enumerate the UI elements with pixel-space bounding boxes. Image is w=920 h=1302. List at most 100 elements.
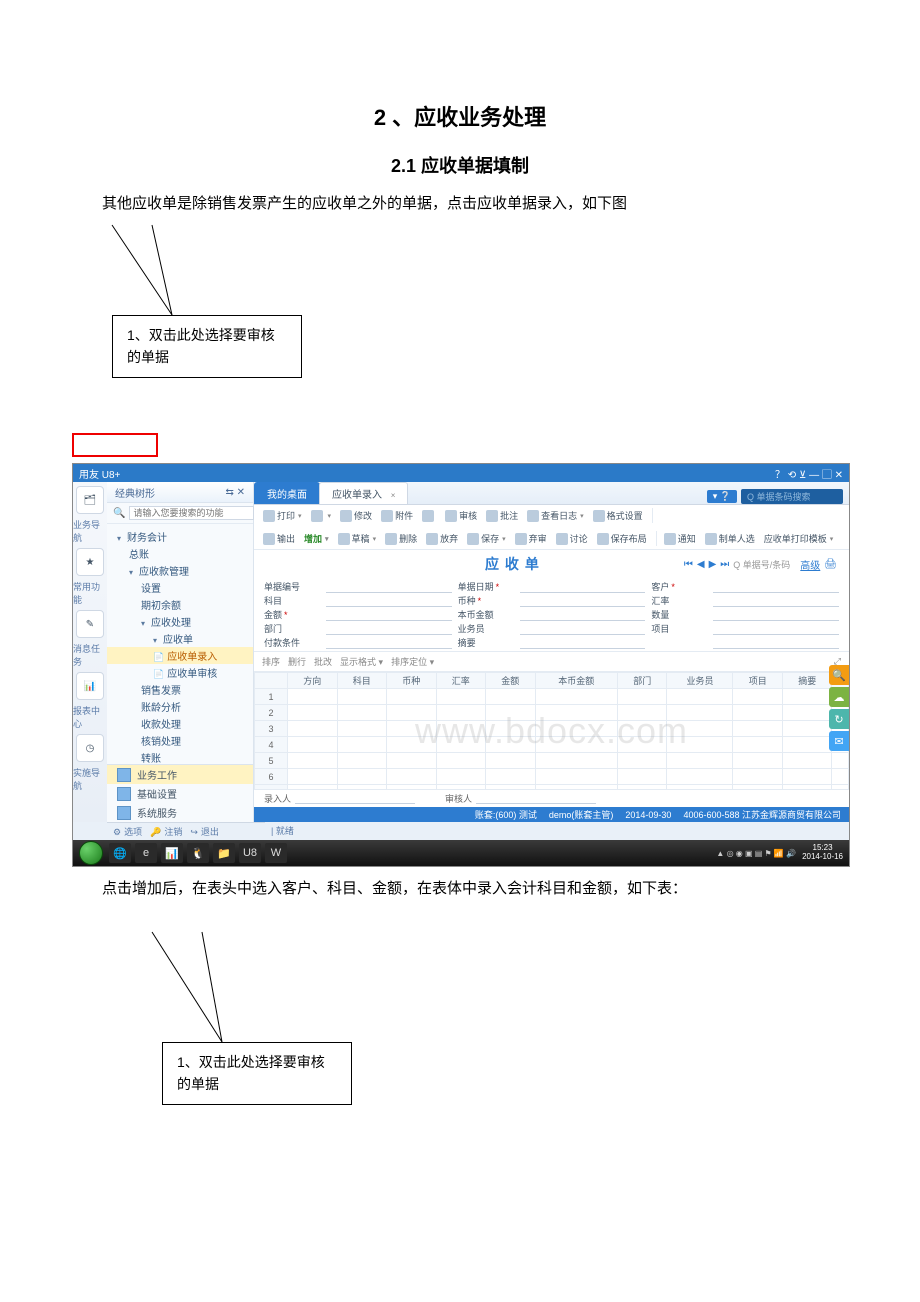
side-tool[interactable]: ☁ xyxy=(829,687,849,707)
toolbar-button[interactable]: 审核 xyxy=(442,508,480,523)
nav-item[interactable]: 核销处理 xyxy=(107,732,253,749)
grid-cell[interactable] xyxy=(288,785,338,791)
nav-item[interactable]: 应收单审核 xyxy=(107,664,253,681)
grid-cell[interactable] xyxy=(387,689,437,705)
print-icon[interactable]: 🖨 xyxy=(824,559,837,570)
tab-active[interactable]: 应收单录入 × xyxy=(319,482,408,504)
grid-cell[interactable] xyxy=(617,721,667,737)
nav-arrow[interactable]: ⏮ xyxy=(684,559,693,570)
grid-col-header[interactable]: 部门 xyxy=(617,673,667,689)
grid-col-header[interactable]: 业务员 xyxy=(667,673,733,689)
advanced-link[interactable]: 高级 xyxy=(800,557,820,572)
grid-cell[interactable] xyxy=(733,753,783,769)
grid-cell[interactable] xyxy=(486,785,536,791)
grid-cell[interactable] xyxy=(337,705,387,721)
nav-item[interactable]: 账龄分析 xyxy=(107,698,253,715)
nav-arrow[interactable]: ⏭ xyxy=(720,559,729,570)
toolbar-button[interactable]: 放弃 xyxy=(423,531,461,546)
nav-item[interactable]: 应收单 xyxy=(107,630,253,647)
grid-cell[interactable] xyxy=(436,769,486,785)
grid-cell[interactable] xyxy=(617,737,667,753)
grid-toolbar-item[interactable]: 排序定位 ▾ xyxy=(391,655,434,668)
side-tool[interactable]: ✉ xyxy=(829,731,849,751)
grid-cell[interactable] xyxy=(832,769,849,785)
toolbar-button[interactable]: 草稿▾ xyxy=(335,531,380,546)
grid-cell[interactable] xyxy=(337,753,387,769)
grid-cell[interactable] xyxy=(733,689,783,705)
field-input[interactable] xyxy=(326,608,452,621)
taskbar-app-icon[interactable]: 🌐 xyxy=(109,843,131,863)
field-input[interactable] xyxy=(326,580,452,593)
grid-cell[interactable] xyxy=(486,769,536,785)
grid-cell[interactable] xyxy=(436,753,486,769)
tab-search-dd[interactable]: ▾ ❔ xyxy=(707,490,737,503)
nav-bottom-item[interactable]: 业务工作 xyxy=(107,765,253,784)
table-row[interactable]: 7 xyxy=(255,785,849,791)
toolbar-button[interactable]: 保存布局 xyxy=(594,531,650,546)
grid-cell[interactable] xyxy=(617,753,667,769)
grid-cell[interactable] xyxy=(337,689,387,705)
grid-cell[interactable] xyxy=(387,753,437,769)
field-input[interactable] xyxy=(520,580,646,593)
search-icon[interactable]: 🔍 xyxy=(113,508,125,519)
nav-arrow[interactable]: ▶ xyxy=(709,559,717,570)
grid-cell[interactable] xyxy=(387,737,437,753)
field-input[interactable] xyxy=(326,594,452,607)
taskbar-app-icon[interactable]: U8 xyxy=(239,843,261,863)
leftbar-icon[interactable]: ★ xyxy=(76,548,104,576)
grid-cell[interactable] xyxy=(535,737,617,753)
table-row[interactable]: 2 xyxy=(255,705,849,721)
toolbar-button[interactable]: 保存▾ xyxy=(464,531,509,546)
grid-cell[interactable] xyxy=(667,705,733,721)
taskbar-app-icon[interactable]: 📁 xyxy=(213,843,235,863)
toolbar-button[interactable]: 查看日志▾ xyxy=(524,508,587,523)
left-footer-item[interactable]: 退出 xyxy=(190,825,219,838)
field-input[interactable] xyxy=(713,608,839,621)
nav-header-controls[interactable]: ⇆ ✕ xyxy=(225,487,245,498)
grid-cell[interactable] xyxy=(288,753,338,769)
grid-cell[interactable] xyxy=(733,785,783,791)
tab-home[interactable]: 我的桌面 xyxy=(254,482,320,504)
nav-bottom-item[interactable]: 基础设置 xyxy=(107,784,253,803)
toolbar-button[interactable]: 增加▾ xyxy=(301,531,332,546)
grid-cell[interactable] xyxy=(832,785,849,791)
grid-col-header[interactable]: 项目 xyxy=(733,673,783,689)
grid-cell[interactable] xyxy=(288,689,338,705)
grid-cell[interactable] xyxy=(782,737,832,753)
grid-cell[interactable] xyxy=(288,705,338,721)
grid-cell[interactable] xyxy=(486,705,536,721)
nav-item[interactable]: 总账 xyxy=(107,545,253,562)
toolbar-button[interactable]: ▾ xyxy=(308,509,335,523)
grid-cell[interactable] xyxy=(486,721,536,737)
grid-cell[interactable] xyxy=(486,689,536,705)
nav-item[interactable]: 财务会计 xyxy=(107,528,253,545)
grid-toolbar-item[interactable]: 批改 xyxy=(314,655,332,668)
nav-item[interactable]: 转账 xyxy=(107,749,253,764)
window-controls[interactable]: ？ ⟲ ⊻ — ▢ ✕ xyxy=(775,466,843,481)
grid-cell[interactable] xyxy=(337,721,387,737)
grid-cell[interactable] xyxy=(486,753,536,769)
grid-cell[interactable] xyxy=(617,785,667,791)
toolbar-button[interactable]: 删除 xyxy=(382,531,420,546)
grid-cell[interactable] xyxy=(782,689,832,705)
grid-col-header[interactable]: 金额 xyxy=(486,673,536,689)
nav-item[interactable]: 期初余额 xyxy=(107,596,253,613)
taskbar-app-icon[interactable]: 🐧 xyxy=(187,843,209,863)
grid-cell[interactable] xyxy=(436,785,486,791)
nav-item[interactable]: 应收单录入 xyxy=(107,647,253,664)
side-tool[interactable]: ↻ xyxy=(829,709,849,729)
grid-col-header[interactable]: 摘要 xyxy=(782,673,832,689)
field-input[interactable] xyxy=(520,622,646,635)
grid-col-header[interactable] xyxy=(255,673,288,689)
tray-icons[interactable]: ▲ ◎ ◉ ▣ ▤ ⚑ 📶 🔊 xyxy=(716,849,796,858)
field-input[interactable] xyxy=(520,594,646,607)
grid-cell[interactable] xyxy=(667,689,733,705)
toolbar-button[interactable]: 应收单打印模板▾ xyxy=(761,531,837,546)
taskbar-app-icon[interactable]: e xyxy=(135,843,157,863)
leftbar-icon[interactable]: 📊 xyxy=(76,672,104,700)
grid-cell[interactable] xyxy=(535,721,617,737)
grid-cell[interactable] xyxy=(436,721,486,737)
table-row[interactable]: 1 xyxy=(255,689,849,705)
grid-col-header[interactable]: 汇率 xyxy=(436,673,486,689)
taskbar-app-icon[interactable]: 📊 xyxy=(161,843,183,863)
